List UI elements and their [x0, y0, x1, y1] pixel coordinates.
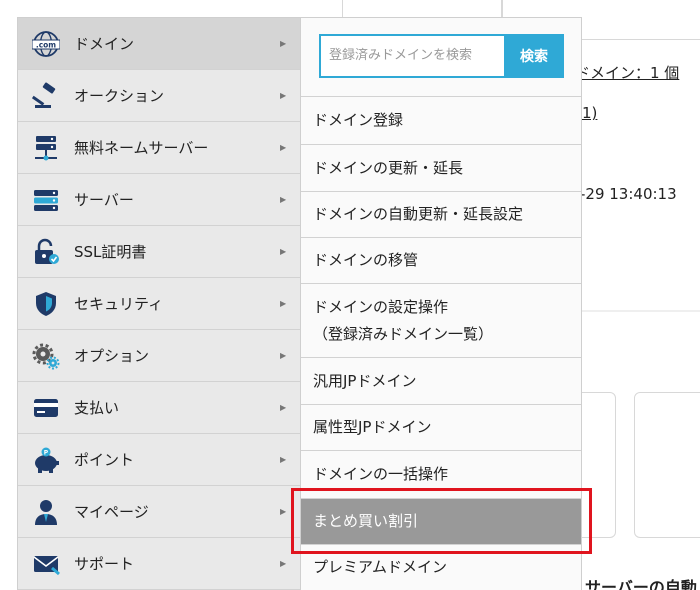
domain-search-area: 登録済みドメインを検索 検索: [301, 18, 581, 96]
svg-text:.com: .com: [36, 41, 56, 50]
highlight-annotation-frame: [291, 488, 592, 554]
domain-list-link[interactable]: 1): [582, 104, 597, 122]
menu-label: マイページ: [74, 503, 149, 521]
chevron-right-icon: ▶: [280, 39, 287, 48]
menu-label: ドメイン: [74, 35, 135, 53]
menu-item-security[interactable]: セキュリティ ▶: [18, 278, 300, 330]
submenu-item-domain-renewal[interactable]: ドメインの更新・延長: [301, 144, 581, 191]
menu-label: SSL証明書: [74, 243, 147, 261]
background-section-divider: [582, 310, 700, 312]
submenu-item-domain-transfer[interactable]: ドメインの移管: [301, 237, 581, 283]
menu-label: オークション: [74, 87, 165, 105]
menu-label: オプション: [74, 347, 150, 365]
menu-item-auction[interactable]: オークション ▶: [18, 70, 300, 122]
ssl-lock-icon: [35, 238, 59, 264]
menu-item-free-name-server[interactable]: 無料ネームサーバー ▶: [18, 122, 300, 174]
menu-label: 無料ネームサーバー: [74, 139, 209, 157]
chevron-right-icon: ▶: [280, 351, 287, 360]
menu-label: ポイント: [74, 451, 135, 469]
chevron-right-icon: ▶: [280, 143, 287, 152]
menu-item-options[interactable]: オプション ▶: [18, 330, 300, 382]
user-icon: [35, 500, 57, 525]
server-icon: [34, 190, 58, 211]
chevron-right-icon: ▶: [280, 455, 287, 464]
menu-item-ssl[interactable]: SSL証明書 ▶: [18, 226, 300, 278]
datetime-text: -29 13:40:13: [580, 185, 677, 203]
menu-item-mypage[interactable]: マイページ ▶: [18, 486, 300, 538]
chevron-right-icon: ▶: [280, 559, 287, 568]
menu-label: サポート: [74, 555, 135, 573]
submenu-item-domain-registration[interactable]: ドメイン登録: [301, 96, 581, 144]
menu-item-support[interactable]: サポート ▶: [18, 538, 300, 590]
credit-card-icon: [34, 399, 58, 417]
background-card-2[interactable]: [634, 392, 700, 538]
chevron-right-icon: ▶: [280, 247, 287, 256]
submenu-item-generic-jp[interactable]: 汎用JPドメイン: [301, 357, 581, 404]
chevron-right-icon: ▶: [280, 507, 287, 516]
menu-item-domain[interactable]: .com ドメイン ▶: [18, 18, 300, 70]
piggy-bank-icon: P: [35, 447, 59, 473]
domain-search-input[interactable]: 登録済みドメインを検索: [319, 34, 504, 78]
svg-text:P: P: [44, 450, 49, 457]
name-server-icon: [35, 136, 57, 161]
menu-label: セキュリティ: [74, 295, 164, 313]
chevron-right-icon: ▶: [280, 91, 287, 100]
menu-label: サーバー: [74, 191, 134, 209]
chevron-right-icon: ▶: [280, 195, 287, 204]
menu-item-points[interactable]: P ポイント ▶: [18, 434, 300, 486]
chevron-right-icon: ▶: [280, 403, 287, 412]
menu-item-payment[interactable]: 支払い ▶: [18, 382, 300, 434]
main-menu: .com ドメイン ▶ オークション ▶ 無料ネームサーバー ▶ サーバー ▶ …: [17, 17, 301, 590]
submenu-item-domain-settings[interactable]: ドメインの設定操作 （登録済みドメイン一覧）: [301, 283, 581, 357]
domain-count-text[interactable]: ドメイン：1 個: [575, 62, 679, 83]
mail-icon: [33, 556, 60, 576]
submenu-item-auto-renewal[interactable]: ドメインの自動更新・延長設定: [301, 191, 581, 237]
section-title: サーバーの自動: [585, 578, 697, 590]
menu-label: 支払い: [74, 399, 120, 417]
gears-icon: [32, 343, 60, 370]
chevron-right-icon: ▶: [280, 299, 287, 308]
gavel-icon: [32, 82, 56, 108]
menu-item-server[interactable]: サーバー ▶: [18, 174, 300, 226]
submenu-item-attribute-jp[interactable]: 属性型JPドメイン: [301, 404, 581, 450]
shield-icon: [36, 292, 56, 316]
dotcom-globe-icon: .com: [32, 31, 60, 57]
search-button[interactable]: 検索: [504, 34, 564, 78]
submenu-item-sublabel: （登録済みドメイン一覧）: [313, 324, 494, 343]
submenu-item-label: ドメインの設定操作: [313, 297, 449, 316]
